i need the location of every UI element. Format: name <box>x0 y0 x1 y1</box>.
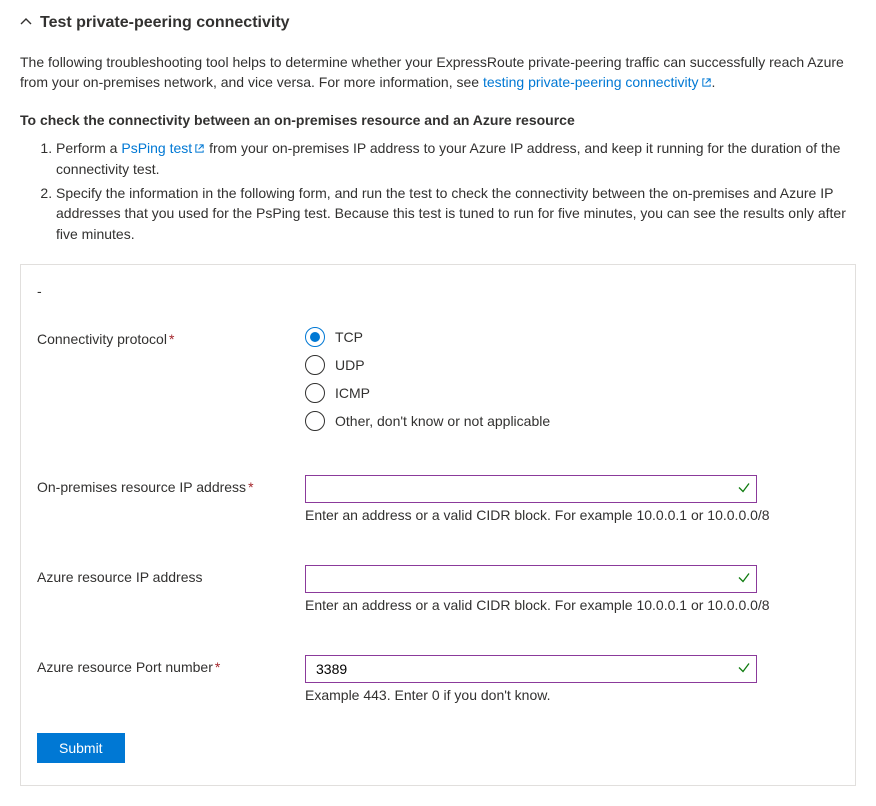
chevron-up-icon <box>20 15 32 31</box>
protocol-option-tcp[interactable]: TCP <box>305 327 839 347</box>
step-1: Perform a PsPing test from your on-premi… <box>56 138 856 180</box>
check-icon <box>737 571 751 588</box>
step-2: Specify the information in the following… <box>56 183 856 244</box>
protocol-option-label: TCP <box>335 329 363 345</box>
required-asterisk: * <box>215 659 220 675</box>
external-link-icon <box>194 139 205 159</box>
psping-link[interactable]: PsPing test <box>121 140 205 156</box>
required-asterisk: * <box>248 479 253 495</box>
field-connectivity-protocol: Connectivity protocol* TCP UDP ICMP <box>37 327 839 431</box>
form-container: - Connectivity protocol* TCP UDP ICMP <box>20 264 856 786</box>
check-icon <box>737 481 751 498</box>
submit-button[interactable]: Submit <box>37 733 125 763</box>
external-link-icon <box>701 73 712 93</box>
radio-icon <box>305 327 325 347</box>
azure-port-helper: Example 443. Enter 0 if you don't know. <box>305 687 839 703</box>
radio-icon <box>305 355 325 375</box>
intro-text-before: The following troubleshooting tool helps… <box>20 54 844 90</box>
field-azure-port: Azure resource Port number* Example 443.… <box>37 655 839 703</box>
radio-icon <box>305 411 325 431</box>
steps-list: Perform a PsPing test from your on-premi… <box>28 138 856 244</box>
protocol-option-udp[interactable]: UDP <box>305 355 839 375</box>
protocol-option-label: Other, don't know or not applicable <box>335 413 550 429</box>
section-title: Test private-peering connectivity <box>40 14 290 32</box>
azure-port-input[interactable] <box>305 655 757 683</box>
azure-ip-label: Azure resource IP address <box>37 565 305 585</box>
azure-ip-helper: Enter an address or a valid CIDR block. … <box>305 597 839 613</box>
protocol-option-icmp[interactable]: ICMP <box>305 383 839 403</box>
intro-text-after: . <box>712 74 716 90</box>
intro-link[interactable]: testing private-peering connectivity <box>483 74 712 90</box>
azure-ip-input[interactable] <box>305 565 757 593</box>
radio-icon <box>305 383 325 403</box>
check-icon <box>737 661 751 678</box>
subheading: To check the connectivity between an on-… <box>20 112 856 128</box>
onprem-ip-label: On-premises resource IP address* <box>37 475 305 495</box>
protocol-label: Connectivity protocol* <box>37 327 305 347</box>
azure-port-label: Azure resource Port number* <box>37 655 305 675</box>
protocol-radio-group: TCP UDP ICMP Other, don't know or not ap… <box>305 327 839 431</box>
section-header[interactable]: Test private-peering connectivity <box>20 14 856 32</box>
protocol-option-label: ICMP <box>335 385 370 401</box>
protocol-option-label: UDP <box>335 357 365 373</box>
protocol-option-other[interactable]: Other, don't know or not applicable <box>305 411 839 431</box>
field-onprem-ip: On-premises resource IP address* Enter a… <box>37 475 839 523</box>
form-dash: - <box>37 283 839 299</box>
required-asterisk: * <box>169 331 174 347</box>
onprem-ip-helper: Enter an address or a valid CIDR block. … <box>305 507 839 523</box>
field-azure-ip: Azure resource IP address Enter an addre… <box>37 565 839 613</box>
onprem-ip-input[interactable] <box>305 475 757 503</box>
intro-paragraph: The following troubleshooting tool helps… <box>20 52 856 94</box>
